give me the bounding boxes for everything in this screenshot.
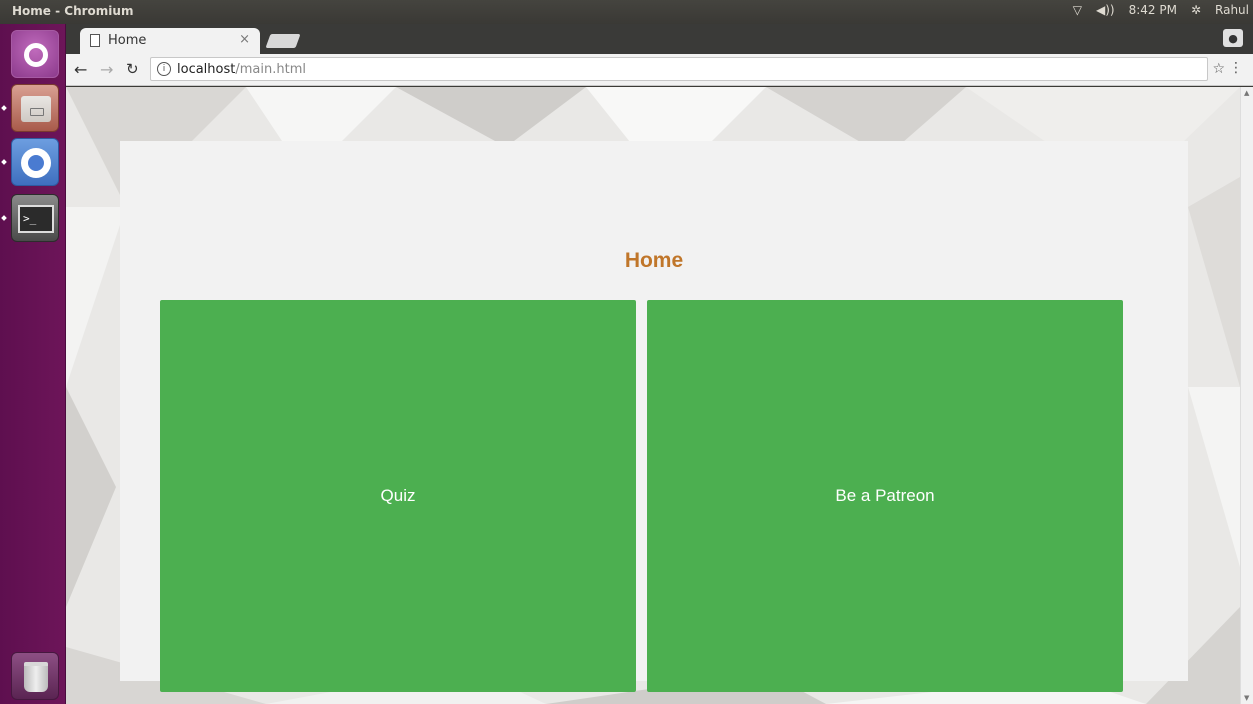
tab-strip: Home × ●	[66, 24, 1253, 54]
browser-toolbar: ← → ↻ i localhost /main.html ☆ ⋮	[66, 54, 1253, 86]
system-tray: ▽ ◀)) 8:42 PM ✲ Rahul	[1073, 3, 1249, 17]
url-path: /main.html	[235, 61, 306, 77]
forward-arrow-icon[interactable]: →	[100, 60, 113, 79]
trash-icon[interactable]	[11, 652, 59, 700]
files-app-icon[interactable]	[11, 84, 59, 132]
page-title: Home	[624, 249, 684, 272]
quiz-button[interactable]: Quiz	[160, 300, 636, 692]
browser-tab[interactable]: Home ×	[80, 28, 260, 54]
new-tab-button[interactable]	[265, 34, 301, 48]
back-arrow-icon[interactable]: ←	[74, 60, 87, 79]
profile-icon[interactable]: ●	[1223, 29, 1243, 47]
scroll-up-arrow-icon[interactable]: ▲	[1244, 89, 1249, 97]
clock[interactable]: 8:42 PM	[1129, 3, 1177, 17]
menu-dots-icon[interactable]: ⋮	[1229, 60, 1243, 76]
wifi-icon[interactable]: ▽	[1073, 3, 1082, 17]
window-title: Home - Chromium	[12, 4, 134, 18]
info-icon[interactable]: i	[157, 62, 171, 76]
terminal-app-icon[interactable]: >_	[11, 194, 59, 242]
address-bar[interactable]: i localhost /main.html	[150, 57, 1208, 81]
ubuntu-dash-icon[interactable]	[11, 30, 59, 78]
url-host: localhost	[177, 61, 236, 77]
home-card: Home Quiz Be a Patreon	[120, 141, 1188, 692]
chromium-app-icon[interactable]	[11, 138, 59, 186]
running-indicator	[1, 159, 7, 165]
page-viewport: Home Quiz Be a Patreon	[66, 87, 1240, 704]
tab-title: Home	[108, 33, 147, 48]
be-a-patreon-button[interactable]: Be a Patreon	[647, 300, 1123, 692]
vertical-scrollbar[interactable]: ▲ ▼	[1240, 87, 1253, 704]
bookmark-star-icon[interactable]: ☆	[1212, 61, 1225, 77]
page-icon	[90, 34, 100, 47]
scroll-down-arrow-icon[interactable]: ▼	[1244, 694, 1249, 702]
user-name[interactable]: Rahul	[1215, 3, 1249, 17]
running-indicator	[1, 105, 7, 111]
volume-icon[interactable]: ◀))	[1096, 3, 1115, 17]
gear-icon[interactable]: ✲	[1191, 3, 1201, 17]
running-indicator	[1, 215, 7, 221]
reload-icon[interactable]: ↻	[126, 60, 139, 78]
system-top-bar: Home - Chromium ▽ ◀)) 8:42 PM ✲ Rahul	[0, 0, 1253, 24]
tab-close-icon[interactable]: ×	[239, 32, 250, 47]
launcher: >_	[0, 24, 66, 704]
